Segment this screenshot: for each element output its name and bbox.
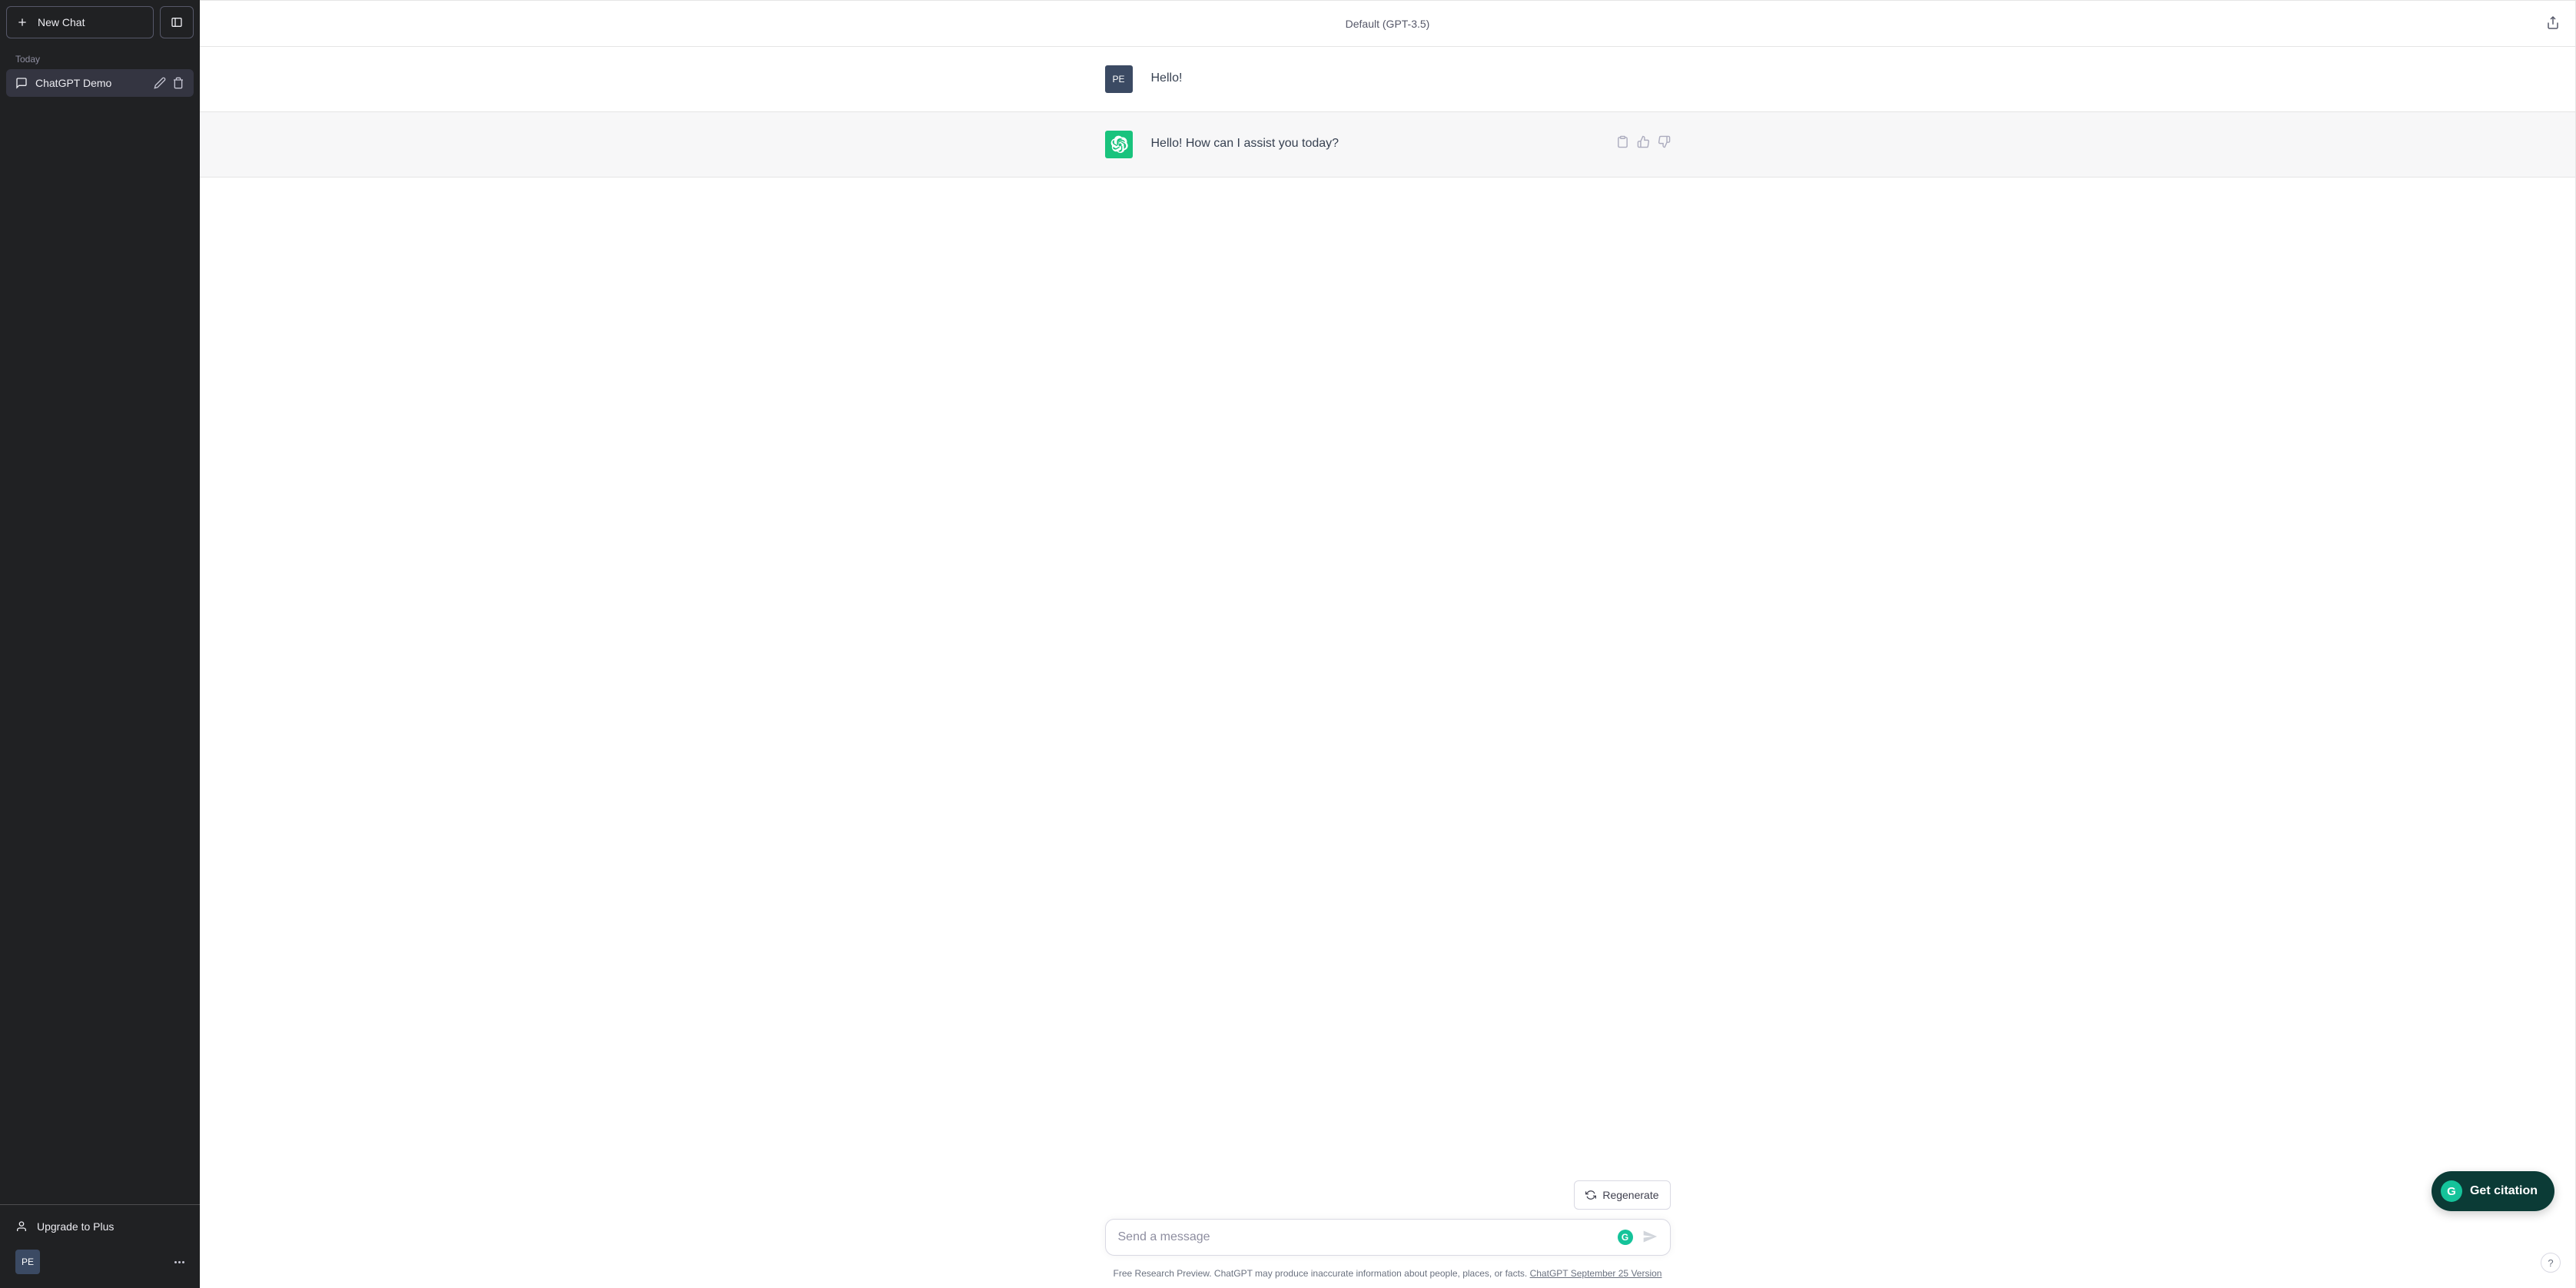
more-icon bbox=[174, 1261, 184, 1263]
toggle-sidebar-button[interactable] bbox=[160, 6, 194, 38]
thumbs-up-icon[interactable] bbox=[1637, 135, 1650, 148]
message-input[interactable] bbox=[1118, 1230, 1632, 1244]
footer-note: Free Research Preview. ChatGPT may produ… bbox=[200, 1262, 2575, 1288]
message-actions bbox=[1616, 131, 1671, 158]
message-assistant: Hello! How can I assist you today? bbox=[200, 112, 2575, 178]
edit-icon[interactable] bbox=[154, 77, 166, 89]
regenerate-label: Regenerate bbox=[1602, 1189, 1658, 1201]
history-section-label: Today bbox=[6, 45, 194, 69]
footer-text: Free Research Preview. ChatGPT may produ… bbox=[1114, 1268, 1530, 1279]
plus-icon bbox=[16, 16, 28, 28]
thumbs-down-icon[interactable] bbox=[1658, 135, 1671, 148]
share-icon bbox=[2546, 15, 2560, 29]
upgrade-button[interactable]: Upgrade to Plus bbox=[6, 1211, 194, 1242]
send-icon bbox=[1642, 1229, 1658, 1244]
history-item-title: ChatGPT Demo bbox=[35, 77, 146, 89]
main-panel: Default (GPT-3.5) PE Hello! Hello! How c… bbox=[200, 0, 2576, 1288]
history-item-actions bbox=[154, 77, 184, 89]
get-citation-button[interactable]: G Get citation bbox=[2432, 1171, 2554, 1211]
user-icon bbox=[15, 1220, 28, 1233]
citation-label: Get citation bbox=[2470, 1184, 2538, 1198]
regenerate-row: Regenerate bbox=[1105, 1180, 1671, 1210]
sidebar-bottom: Upgrade to Plus PE bbox=[0, 1204, 200, 1288]
citation-logo-icon: G bbox=[2441, 1180, 2462, 1202]
input-area: Regenerate G bbox=[1093, 1173, 1683, 1262]
assistant-message-text: Hello! How can I assist you today? bbox=[1151, 131, 1598, 158]
grammarly-badge-icon[interactable]: G bbox=[1618, 1230, 1633, 1245]
chat-history: Today ChatGPT Demo bbox=[0, 45, 200, 1204]
user-avatar: PE bbox=[15, 1250, 40, 1274]
assistant-avatar bbox=[1105, 131, 1133, 158]
refresh-icon bbox=[1585, 1190, 1596, 1200]
upgrade-label: Upgrade to Plus bbox=[37, 1220, 114, 1233]
openai-logo-icon bbox=[1110, 135, 1128, 154]
send-button[interactable] bbox=[1639, 1226, 1661, 1250]
messages-container: PE Hello! Hello! How can I assist you to… bbox=[200, 47, 2575, 1173]
new-chat-label: New Chat bbox=[38, 16, 85, 28]
help-button[interactable]: ? bbox=[2541, 1253, 2561, 1273]
share-button[interactable] bbox=[2546, 15, 2560, 32]
sidebar: New Chat Today ChatGPT Demo Upgrade to P… bbox=[0, 0, 200, 1288]
message-input-box[interactable]: G bbox=[1105, 1219, 1671, 1256]
main-header: Default (GPT-3.5) bbox=[200, 1, 2575, 47]
user-message-avatar: PE bbox=[1105, 65, 1133, 93]
panel-icon bbox=[171, 16, 183, 28]
history-item[interactable]: ChatGPT Demo bbox=[6, 69, 194, 97]
message-user: PE Hello! bbox=[200, 47, 2575, 112]
regenerate-button[interactable]: Regenerate bbox=[1574, 1180, 1670, 1210]
copy-icon[interactable] bbox=[1616, 135, 1629, 148]
chat-icon bbox=[15, 77, 28, 89]
user-menu[interactable]: PE bbox=[6, 1242, 194, 1282]
model-name: Default (GPT-3.5) bbox=[1346, 18, 1430, 30]
version-link[interactable]: ChatGPT September 25 Version bbox=[1530, 1268, 1662, 1279]
sidebar-top: New Chat bbox=[0, 0, 200, 45]
new-chat-button[interactable]: New Chat bbox=[6, 6, 154, 38]
user-message-text: Hello! bbox=[1151, 65, 1671, 93]
trash-icon[interactable] bbox=[172, 77, 184, 89]
